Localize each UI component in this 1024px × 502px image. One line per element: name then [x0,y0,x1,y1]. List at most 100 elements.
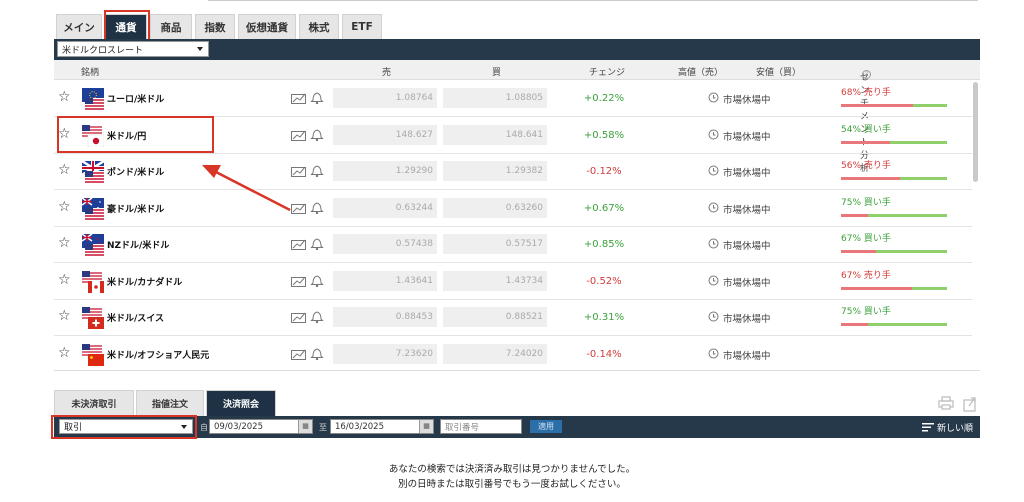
instrument-group-select[interactable]: 米ドルクロスレート [57,41,209,57]
star-icon[interactable]: ☆ [58,199,71,215]
star-icon[interactable]: ☆ [58,345,71,361]
calendar-icon[interactable]: ▦ [419,420,433,433]
star-icon[interactable]: ☆ [58,162,71,178]
pair-name[interactable]: 豪ドル/米ドル [107,202,164,215]
tab-open-trades[interactable]: 未決済取引 [54,390,134,416]
change-value: +0.58% [583,129,625,141]
bell-icon[interactable] [310,163,324,177]
print-icon[interactable] [938,396,954,410]
table-row[interactable]: ☆ 米ドル/円 148.627 148.641 +0.58% 市場休場中 54% 買い手 [54,117,972,154]
from-label: 自 [200,423,208,432]
sell-price[interactable]: 1.08764 [333,88,437,108]
sort-label[interactable]: 新しい順 [937,421,973,434]
scrollbar[interactable] [973,82,978,182]
bell-icon[interactable] [310,200,324,214]
apply-button[interactable]: 適用 [530,420,562,433]
sort-icon[interactable] [922,423,934,432]
market-status: 市場休場中 [723,131,771,143]
bell-icon[interactable] [310,127,324,141]
buy-price[interactable]: 0.57517 [443,234,547,254]
market-status: 市場休場中 [723,204,771,216]
table-row[interactable]: ☆ ユーロ/米ドル 1.08764 1.08805 +0.22% 市場休場中 68% 売り手 [54,80,972,117]
currency-flag-icon [82,234,104,256]
bell-icon[interactable] [310,90,324,104]
bell-icon[interactable] [310,346,324,360]
pair-name[interactable]: ユーロ/米ドル [107,92,164,105]
chart-icon[interactable] [291,348,307,360]
star-icon[interactable]: ☆ [58,272,71,288]
bell-icon[interactable] [310,309,324,323]
sell-price[interactable]: 0.88453 [333,307,437,327]
chart-icon[interactable] [291,238,307,250]
bell-icon[interactable] [310,236,324,250]
clock-icon [708,311,719,322]
buy-price[interactable]: 7.24020 [443,343,547,364]
category-tabs: メイン 通貨 商品 指数 仮想通貨 株式 ETF [56,14,382,40]
tab-limit-orders[interactable]: 指値注文 [136,390,204,416]
tab-etf[interactable]: ETF [342,14,382,39]
pair-name[interactable]: 米ドル/カナダドル [107,275,182,288]
from-date-input[interactable]: 09/03/2025 ▦ [209,419,313,434]
star-icon[interactable]: ☆ [58,235,71,251]
clock-icon [708,129,719,139]
change-value: +0.31% [583,312,625,323]
chart-icon[interactable] [291,129,307,141]
tab-currency[interactable]: 通貨 [105,14,147,39]
chart-icon[interactable] [291,165,307,177]
chart-icon[interactable] [291,202,307,214]
tab-commodities[interactable]: 商品 [150,14,192,39]
table-row[interactable]: ☆ ポンド/米ドル 1.29290 1.29382 -0.12% 市場休場中 56% 売り手 [54,153,972,190]
trade-number-input[interactable]: 取引番号 [440,419,522,434]
tab-crypto[interactable]: 仮想通貨 [238,14,296,39]
tab-indices[interactable]: 指数 [195,14,235,39]
currency-flag-icon [82,270,104,293]
calendar-icon[interactable]: ▦ [298,420,312,433]
tab-stocks[interactable]: 株式 [299,14,339,39]
star-icon[interactable]: ☆ [58,308,71,324]
tab-closed-trades[interactable]: 決済照会 [206,390,276,416]
buy-price[interactable]: 1.43734 [443,270,547,291]
sell-price[interactable]: 7.23620 [333,343,437,364]
sentiment-bar [841,213,947,217]
pair-name[interactable]: 米ドル/オフショア人民元 [107,348,209,361]
star-icon[interactable]: ☆ [58,89,71,105]
table-row[interactable]: ☆ 米ドル/オフショア人民元 7.23620 7.24020 -0.14% 市場休場中 [54,336,972,371]
buy-price[interactable]: 0.63260 [443,197,547,218]
sell-price[interactable]: 1.29290 [333,161,437,181]
change-value: -0.52% [586,275,622,287]
info-icon[interactable]: ? [862,70,871,79]
sentiment-bar [841,140,947,144]
sentiment-bar [841,323,947,326]
sentiment-bar [841,286,947,290]
chart-icon[interactable] [291,275,307,287]
col-symbol: 銘柄 [81,68,100,78]
to-date-input[interactable]: 16/03/2025 ▦ [330,419,434,434]
trade-type-select[interactable]: 取引 [59,419,193,434]
tab-main[interactable]: メイン [56,14,102,39]
table-row[interactable]: ☆ 米ドル/スイス 0.88453 0.88521 +0.31% 市場休場中 75% 買い手 [54,299,972,336]
currency-flag-icon [82,197,104,220]
buy-price[interactable]: 148.641 [443,124,547,145]
buy-price[interactable]: 0.88521 [443,307,547,327]
chart-icon[interactable] [291,92,307,104]
table-row[interactable]: ☆ 米ドル/カナダドル 1.43641 1.43734 -0.52% 市場休場中 67% 売… [54,263,972,300]
sentiment-bar-fill [841,323,868,326]
chart-icon[interactable] [291,311,307,323]
pair-name[interactable]: 米ドル/スイス [107,311,164,324]
pair-name[interactable]: NZドル/米ドル [107,238,169,251]
trade-tabs: 未決済取引 指値注文 決済照会 [54,390,276,416]
buy-price[interactable]: 1.08805 [443,88,547,108]
sentiment-bar [841,177,947,180]
bell-icon[interactable] [310,273,324,287]
star-icon[interactable]: ☆ [58,126,71,142]
export-icon[interactable] [962,396,978,412]
sell-price[interactable]: 0.57438 [333,234,437,254]
table-row[interactable]: ☆ 豪ドル/米ドル 0.63244 0.63260 +0.67% 市場休場中 75% 買い手 [54,190,972,227]
buy-price[interactable]: 1.29382 [443,161,547,181]
pair-name[interactable]: ポンド/米ドル [107,165,164,178]
table-row[interactable]: ☆ NZドル/米ドル 0.57438 0.57517 +0.85% 市場休場中 67% 買い… [54,226,972,263]
sell-price[interactable]: 0.63244 [333,197,437,218]
sell-price[interactable]: 148.627 [333,124,437,145]
pair-name[interactable]: 米ドル/円 [107,129,146,142]
sell-price[interactable]: 1.43641 [333,270,437,291]
